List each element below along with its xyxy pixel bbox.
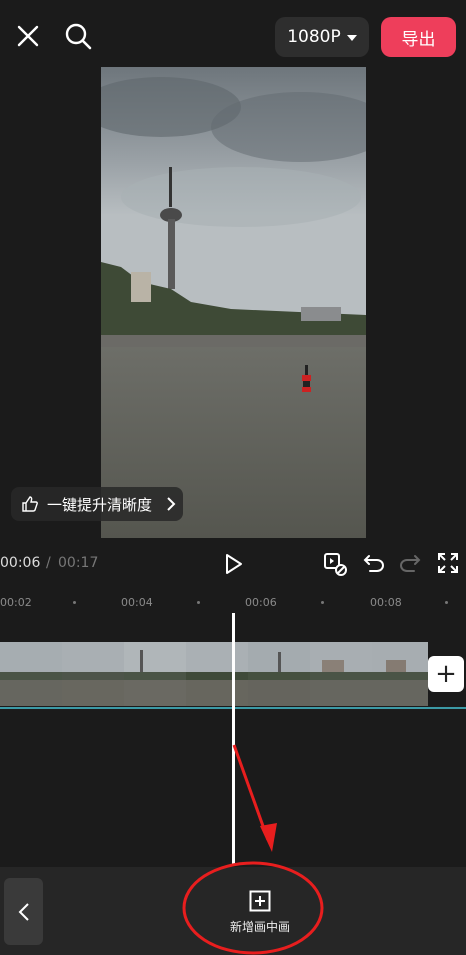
add-pip-label: 新增画中画 xyxy=(229,920,290,934)
undo-icon xyxy=(363,555,385,572)
ruler-tick: 00:08 xyxy=(370,596,402,609)
redo-button[interactable] xyxy=(398,551,422,575)
video-preview[interactable] xyxy=(101,67,366,538)
ruler-tick: 00:06 xyxy=(245,596,277,609)
add-pip-button[interactable]: 新增画中画 xyxy=(210,890,310,940)
video-clip-track[interactable] xyxy=(0,642,428,706)
playhead[interactable] xyxy=(232,613,235,866)
ruler-dot xyxy=(197,601,200,604)
ruler-tick: 00:02 xyxy=(0,596,32,609)
export-label: 导出 xyxy=(401,29,436,50)
search-icon xyxy=(65,23,92,50)
enhance-label: 一键提升清晰度 xyxy=(47,495,153,514)
ruler-dot xyxy=(445,601,448,604)
chevron-right-icon xyxy=(167,497,176,511)
clip-frame xyxy=(248,642,311,706)
back-button[interactable] xyxy=(4,878,43,945)
keyframe-icon xyxy=(324,553,347,576)
current-time: 00:06 xyxy=(0,555,41,571)
enhance-clarity-button[interactable]: 一键提升清晰度 xyxy=(11,487,183,521)
thumbs-up-icon xyxy=(22,496,38,512)
annotation-arrowhead xyxy=(260,823,277,852)
resolution-label: 1080P xyxy=(287,27,341,47)
close-button[interactable] xyxy=(14,22,42,50)
add-icon: + xyxy=(435,659,457,689)
ruler-tick: 00:04 xyxy=(121,596,153,609)
export-button[interactable]: 导出 xyxy=(381,17,456,57)
clip-frame xyxy=(124,642,187,706)
preview-image xyxy=(101,67,366,538)
search-button[interactable] xyxy=(63,21,93,51)
resolution-dropdown[interactable]: 1080P xyxy=(275,17,369,57)
time-separator: / xyxy=(46,555,51,571)
ruler-dot xyxy=(321,601,324,604)
clip-frame xyxy=(310,642,373,706)
annotation-arrow xyxy=(232,744,270,841)
clip-frame xyxy=(372,642,428,706)
fullscreen-button[interactable] xyxy=(435,550,461,576)
fullscreen-icon xyxy=(438,553,458,573)
clip-frame xyxy=(186,642,249,706)
caret-down-icon xyxy=(346,35,357,41)
ruler-dot xyxy=(73,601,76,604)
add-square-icon xyxy=(249,890,271,912)
play-button[interactable] xyxy=(222,551,246,577)
redo-icon xyxy=(399,555,421,572)
close-icon xyxy=(17,25,39,47)
undo-button[interactable] xyxy=(362,551,386,575)
clip-frame xyxy=(0,642,63,706)
clip-frame xyxy=(62,642,125,706)
keyframe-button[interactable] xyxy=(321,550,349,578)
total-time: 00:17 xyxy=(58,555,99,571)
play-icon xyxy=(226,554,242,574)
add-clip-button[interactable]: + xyxy=(428,656,464,692)
chevron-left-icon xyxy=(18,902,29,921)
